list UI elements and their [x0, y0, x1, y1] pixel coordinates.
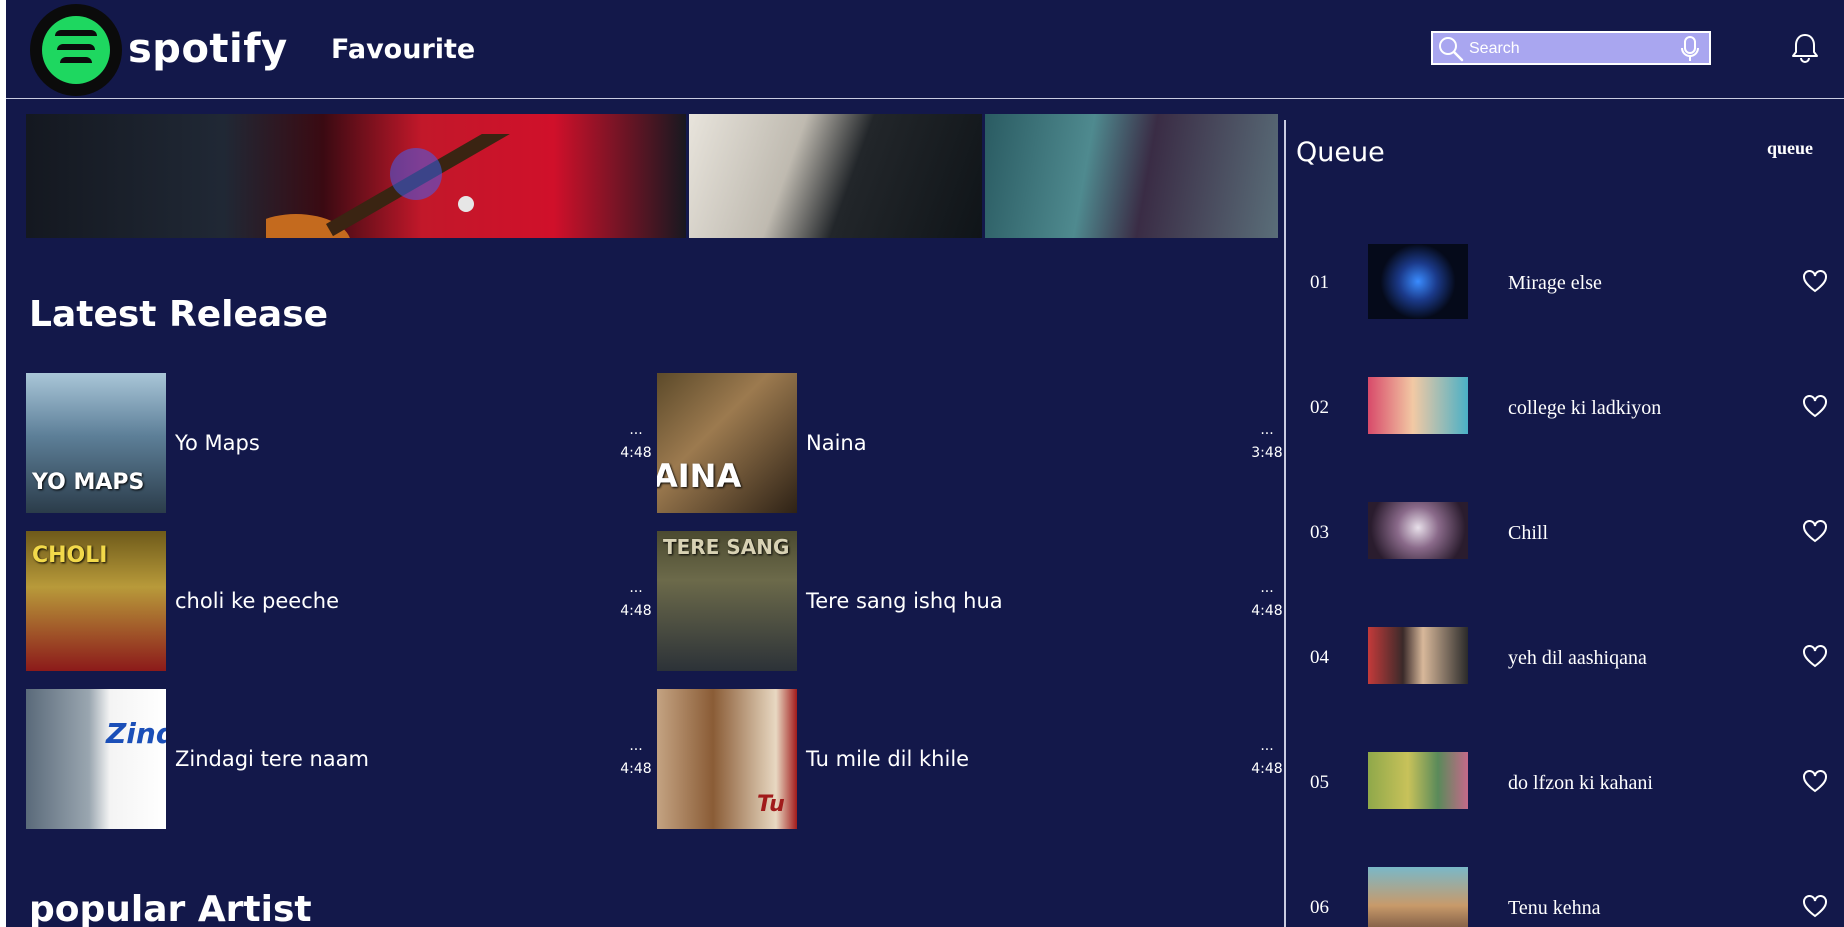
- brand-name[interactable]: spotify: [128, 26, 288, 72]
- song-more-menu[interactable]: ...: [616, 423, 656, 437]
- song-cover: Zind: [26, 689, 166, 829]
- song-more-menu[interactable]: ...: [616, 581, 656, 595]
- queue-item-number: 01: [1310, 272, 1329, 293]
- song-more-menu[interactable]: ...: [1247, 739, 1286, 753]
- queue-panel: Queue queue 01 Mirage else 02 college ki…: [1296, 99, 1844, 927]
- heart-icon[interactable]: [1802, 895, 1828, 919]
- queue-item[interactable]: 05 do lfzon ki kahani: [1296, 744, 1844, 824]
- heart-icon[interactable]: [1802, 770, 1828, 794]
- queue-item-title: Tenu kehna: [1508, 897, 1601, 919]
- queue-item-number: 02: [1310, 397, 1329, 418]
- song-title: choli ke peeche: [175, 589, 340, 613]
- song-duration: 3:48: [1251, 445, 1283, 461]
- mic-icon[interactable]: [1679, 35, 1701, 63]
- search-icon[interactable]: [1437, 35, 1465, 63]
- song-cover: TERE SANG: [657, 531, 797, 671]
- queue-divider: [1284, 120, 1286, 927]
- queue-item[interactable]: 02 college ki ladkiyon: [1296, 369, 1844, 449]
- song-cover: YO MAPS: [26, 373, 166, 513]
- queue-item-number: 03: [1310, 522, 1329, 543]
- logo-wave-3: [60, 57, 92, 70]
- hero-banner[interactable]: [26, 114, 1278, 238]
- queue-item-number: 04: [1310, 647, 1329, 668]
- queue-item-title: do lfzon ki kahani: [1508, 772, 1653, 794]
- song-more-menu[interactable]: ...: [616, 739, 656, 753]
- heart-icon[interactable]: [1802, 395, 1828, 419]
- song-cover: CHOLI: [26, 531, 166, 671]
- song-duration: 4:48: [1251, 761, 1283, 777]
- song-cover: AINA: [657, 373, 797, 513]
- latest-release-title: Latest Release: [29, 294, 329, 335]
- nav-favourite[interactable]: Favourite: [331, 34, 475, 65]
- cover-text: AINA: [657, 457, 742, 495]
- queue-item-thumb: [1368, 627, 1468, 684]
- bell-icon[interactable]: [1790, 32, 1820, 64]
- top-header: spotify Favourite: [6, 0, 1844, 99]
- song-item[interactable]: YO MAPS Yo Maps ... 4:48: [26, 373, 656, 513]
- song-title: Tere sang ishq hua: [806, 589, 1003, 613]
- spotify-logo-mark: [42, 16, 110, 84]
- queue-item-thumb: [1368, 244, 1468, 319]
- queue-link[interactable]: queue: [1767, 138, 1813, 159]
- cover-text: Zind: [106, 717, 166, 750]
- song-cover: Tu: [657, 689, 797, 829]
- song-duration: 4:48: [620, 445, 652, 461]
- song-title: Tu mile dil khile: [806, 747, 970, 771]
- song-title: Yo Maps: [175, 431, 260, 455]
- spotify-logo[interactable]: [30, 4, 122, 96]
- song-item[interactable]: Zind Zindagi tere naam ... 4:48: [26, 689, 656, 829]
- song-item[interactable]: AINA Naina ... 3:48: [657, 373, 1286, 513]
- cover-text: Tu: [757, 792, 785, 817]
- queue-item[interactable]: 06 Tenu kehna: [1296, 867, 1844, 927]
- song-item[interactable]: CHOLI choli ke peeche ... 4:48: [26, 531, 656, 671]
- queue-item-title: yeh dil aashiqana: [1508, 647, 1647, 669]
- queue-item-title: college ki ladkiyon: [1508, 397, 1662, 419]
- banner-image-guitar: [26, 114, 686, 238]
- cover-text: TERE SANG: [663, 535, 790, 559]
- song-more-menu[interactable]: ...: [1247, 581, 1286, 595]
- queue-item[interactable]: 01 Mirage else: [1296, 244, 1844, 324]
- song-item[interactable]: Tu Tu mile dil khile ... 4:48: [657, 689, 1286, 829]
- search-input[interactable]: [1469, 37, 1669, 61]
- song-duration: 4:48: [620, 761, 652, 777]
- cover-text: YO MAPS: [32, 470, 145, 495]
- cover-text: CHOLI: [32, 543, 108, 568]
- queue-title: Queue: [1296, 137, 1385, 168]
- popular-artist-title: popular Artist: [29, 889, 312, 927]
- queue-item-thumb: [1368, 867, 1468, 927]
- logo-wave-2: [57, 44, 95, 57]
- logo-wave-1: [55, 30, 97, 43]
- queue-item-number: 05: [1310, 772, 1329, 793]
- heart-icon[interactable]: [1802, 270, 1828, 294]
- queue-item-title: Chill: [1508, 522, 1549, 544]
- song-item[interactable]: TERE SANG Tere sang ishq hua ... 4:48: [657, 531, 1286, 671]
- queue-item[interactable]: 04 yeh dil aashiqana: [1296, 619, 1844, 699]
- queue-item-title: Mirage else: [1508, 272, 1602, 294]
- banner-image-stage: [985, 114, 1278, 238]
- heart-icon[interactable]: [1802, 645, 1828, 669]
- search-box: [1431, 31, 1711, 65]
- song-title: Zindagi tere naam: [175, 747, 369, 771]
- queue-item[interactable]: 03 Chill: [1296, 494, 1844, 574]
- heart-icon[interactable]: [1802, 520, 1828, 544]
- song-duration: 4:48: [1251, 603, 1283, 619]
- song-more-menu[interactable]: ...: [1247, 423, 1286, 437]
- queue-item-thumb: [1368, 377, 1468, 434]
- queue-item-thumb: [1368, 752, 1468, 809]
- main-content: Latest Release YO MAPS Yo Maps ... 4:48 …: [6, 99, 1286, 927]
- queue-item-number: 06: [1310, 897, 1329, 918]
- guitar-illustration: [266, 134, 663, 238]
- banner-image-crowd: [689, 114, 982, 238]
- song-title: Naina: [806, 431, 867, 455]
- app-window: spotify Favourite Search Latest Release …: [6, 0, 1844, 927]
- queue-item-thumb: [1368, 502, 1468, 559]
- song-duration: 4:48: [620, 603, 652, 619]
